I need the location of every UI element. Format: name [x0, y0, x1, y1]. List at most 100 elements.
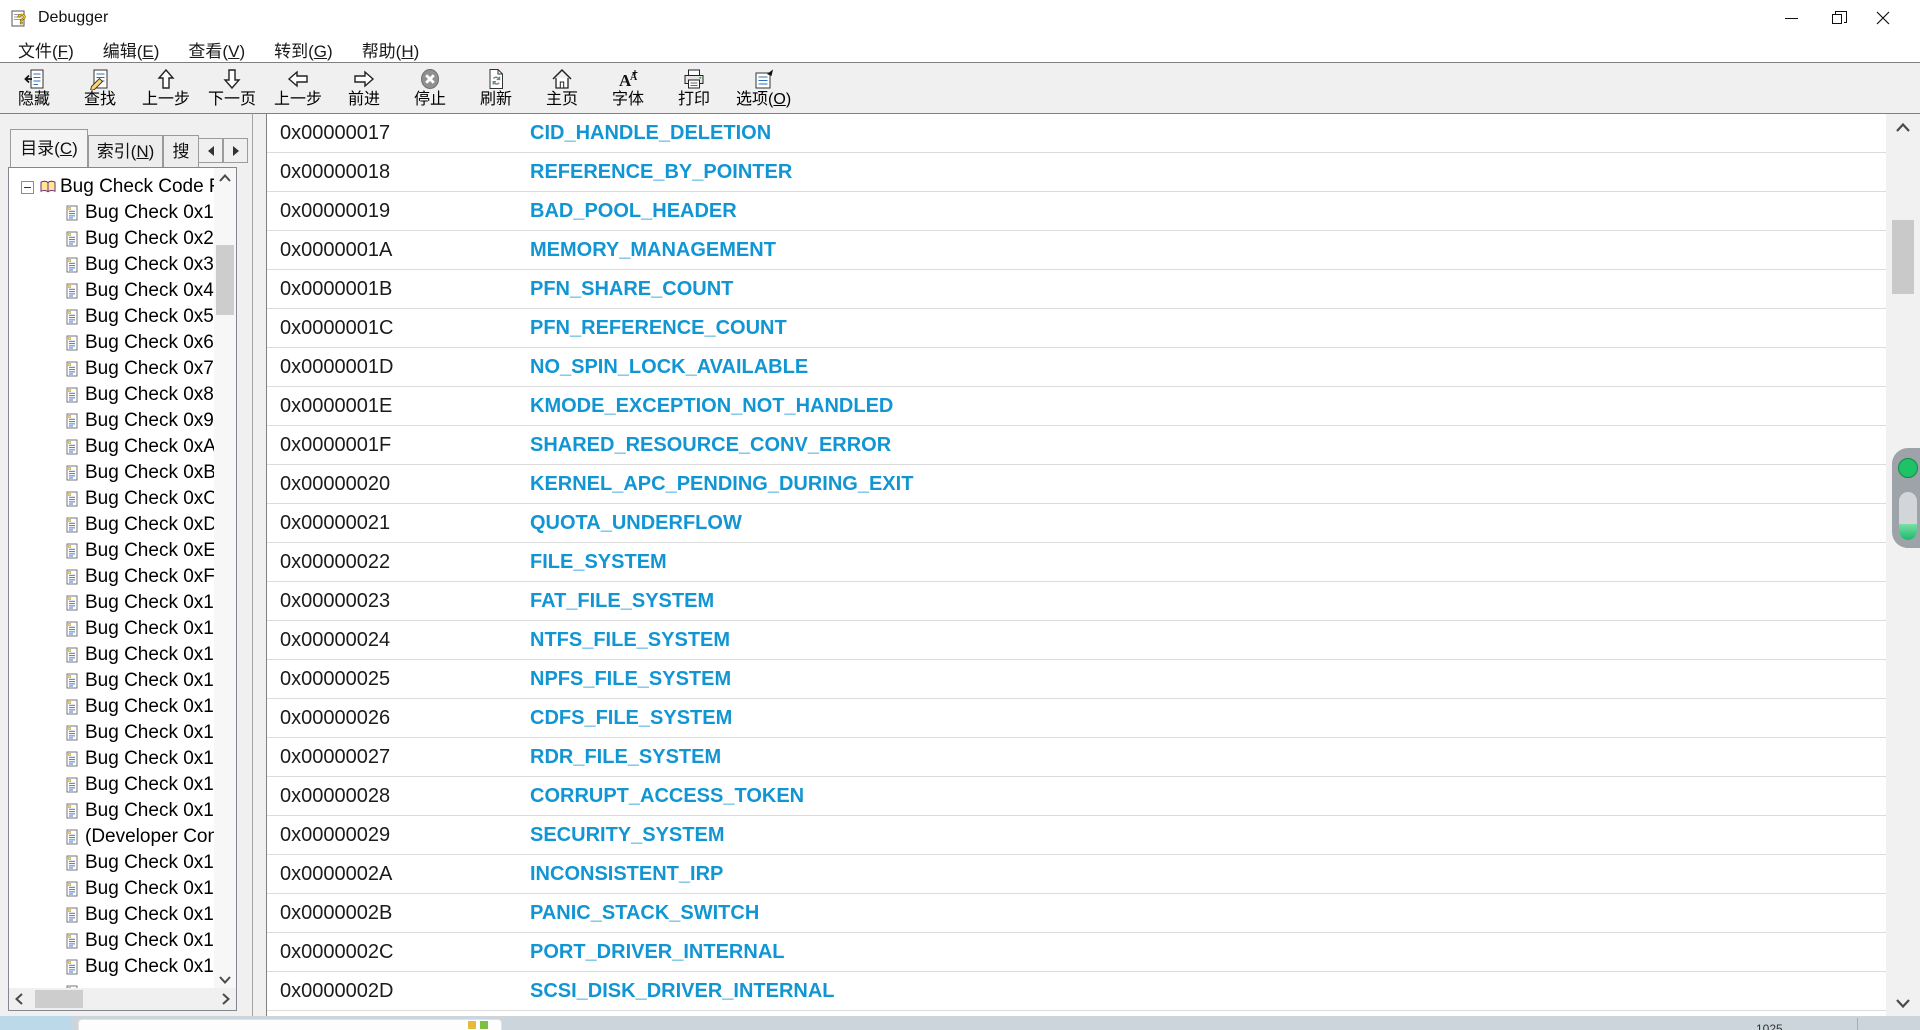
toolbar-button-font[interactable]: AA字体	[600, 63, 656, 113]
tree-item[interactable]: Bug Check 0x9: II	[21, 408, 214, 434]
bugcheck-name-link[interactable]: PANIC_STACK_SWITCH	[530, 902, 759, 925]
sidebar-tab-2[interactable]: 索引(N)	[88, 135, 163, 167]
toolbar-button-arrow-right[interactable]: 前进	[336, 63, 392, 113]
sidebar-tab-3[interactable]: 搜	[163, 135, 199, 167]
tree-collapse-toggle[interactable]	[21, 181, 34, 194]
bugcheck-code: 0x00000017	[280, 122, 530, 145]
tree-item[interactable]: Bug Check 0x8: II	[21, 382, 214, 408]
tree-item[interactable]: Bug Check 0x18:	[21, 798, 214, 824]
bugcheck-name-link[interactable]: CID_HANDLE_DELETION	[530, 122, 771, 145]
menu-item-4[interactable]: 转到(G)	[264, 35, 343, 64]
bugcheck-name-link[interactable]: REFERENCE_BY_POINTER	[530, 161, 792, 184]
toolbar-button-refresh[interactable]: 刷新	[468, 63, 524, 113]
tree-item[interactable]: Bug Check 0x1C:	[21, 902, 214, 928]
toolbar-button-arrow-down[interactable]: 下一页	[204, 63, 260, 113]
bugcheck-name-link[interactable]: PFN_REFERENCE_COUNT	[530, 317, 787, 340]
menu-item-2[interactable]: 编辑(E)	[93, 35, 170, 64]
bugcheck-name-link[interactable]: NPFS_FILE_SYSTEM	[530, 668, 731, 691]
minimize-button[interactable]	[1768, 0, 1814, 36]
tree-scroll-up-button[interactable]	[214, 168, 236, 188]
toolbar-button-find[interactable]: 查找	[72, 63, 128, 113]
tree-vertical-scrollbar[interactable]	[214, 168, 236, 990]
tree-scrollbar-thumb[interactable]	[216, 245, 234, 315]
tree-item[interactable]: Bug Check 0x4: II	[21, 278, 214, 304]
bugcheck-name-link[interactable]: FAT_FILE_SYSTEM	[530, 590, 714, 613]
tree-item[interactable]: Bug Check 0x1B:	[21, 876, 214, 902]
toolbar-button-arrow-left[interactable]: 上一步	[270, 63, 326, 113]
tree-horizontal-scrollbar[interactable]	[9, 988, 236, 1010]
bugcheck-name-link[interactable]: PFN_SHARE_COUNT	[530, 278, 733, 301]
tree-item[interactable]: Bug Check 0x10:	[21, 590, 214, 616]
menu-item-5[interactable]: 帮助(H)	[352, 35, 430, 64]
bugcheck-name-link[interactable]: CORRUPT_ACCESS_TOKEN	[530, 785, 804, 808]
toolbar-button-stop[interactable]: 停止	[402, 63, 458, 113]
tree-scroll-left-button[interactable]	[9, 988, 29, 1010]
tree-root-item[interactable]: Bug Check Code Re	[21, 174, 214, 200]
bugcheck-name-link[interactable]: CDFS_FILE_SYSTEM	[530, 707, 732, 730]
restore-button[interactable]	[1814, 0, 1860, 36]
tree-item[interactable]: Bug Check 0x13:	[21, 668, 214, 694]
tree-item[interactable]: Bug Check 0x5: II	[21, 304, 214, 330]
bugcheck-name-link[interactable]: SCSI_DISK_DRIVER_INTERNAL	[530, 980, 835, 1003]
sidebar-tab-1[interactable]: 目录(C)	[10, 129, 88, 167]
toolbar-button-options[interactable]: 选项(O)	[732, 63, 795, 113]
bugcheck-name-link[interactable]: RDR_FILE_SYSTEM	[530, 746, 721, 769]
tree-hscrollbar-thumb[interactable]	[35, 990, 83, 1008]
menu-item-3[interactable]: 查看(V)	[178, 35, 255, 64]
side-indicator-widget[interactable]	[1892, 448, 1920, 548]
bugcheck-name-link[interactable]: QUOTA_UNDERFLOW	[530, 512, 742, 535]
bugcheck-name-link[interactable]: KMODE_EXCEPTION_NOT_HANDLED	[530, 395, 893, 418]
tree-item[interactable]: Bug Check 0x17:	[21, 772, 214, 798]
tree-item[interactable]: Bug Check 0x1A:	[21, 850, 214, 876]
tab-scroll-left-button[interactable]	[198, 138, 223, 163]
taskbar-start-area[interactable]	[0, 1016, 72, 1030]
content-vertical-scrollbar[interactable]	[1886, 114, 1920, 1016]
bugcheck-name-link[interactable]: BAD_POOL_HEADER	[530, 200, 737, 223]
bugcheck-code: 0x00000018	[280, 161, 530, 184]
toolbar-button-home[interactable]: 主页	[534, 63, 590, 113]
tree-scroll-down-button[interactable]	[214, 970, 236, 990]
tab-scroller	[198, 138, 248, 163]
tree-item[interactable]: Bug Check 0x11:	[21, 616, 214, 642]
bugcheck-name-link[interactable]: PORT_DRIVER_INTERNAL	[530, 941, 784, 964]
taskbar-search-box[interactable]	[78, 1019, 502, 1030]
bugcheck-name-link[interactable]: SHARED_RESOURCE_CONV_ERROR	[530, 434, 891, 457]
tree-item[interactable]: Bug Check 0xA: I	[21, 434, 214, 460]
tree-item[interactable]: Bug Check 0x6: II	[21, 330, 214, 356]
bugcheck-name-link[interactable]: FILE_SYSTEM	[530, 551, 667, 574]
content-scroll-down-button[interactable]	[1886, 990, 1920, 1016]
toolbar-button-hide-panel[interactable]: 隐藏	[6, 63, 62, 113]
tree-item[interactable]: (Developer Conte	[21, 824, 214, 850]
tree-item[interactable]: Bug Check 0x7: II	[21, 356, 214, 382]
tree-item[interactable]: Bug Check 0x1D:	[21, 928, 214, 954]
tree-item[interactable]: Bug Check 0x12:	[21, 642, 214, 668]
toolbar-button-arrow-up[interactable]: 上一步	[138, 63, 194, 113]
bugcheck-name-link[interactable]: KERNEL_APC_PENDING_DURING_EXIT	[530, 473, 913, 496]
tree-scroll-right-button[interactable]	[216, 988, 236, 1010]
bugcheck-name-link[interactable]: NTFS_FILE_SYSTEM	[530, 629, 730, 652]
tree-item[interactable]: Bug Check 0xD: M	[21, 512, 214, 538]
pane-splitter[interactable]	[252, 113, 266, 1016]
content-scrollbar-thumb[interactable]	[1892, 220, 1914, 294]
tree-item[interactable]: Bug Check 0x1E:	[21, 954, 214, 980]
tree-item[interactable]: Bug Check 0xC: M	[21, 486, 214, 512]
bugcheck-name-link[interactable]: SECURITY_SYSTEM	[530, 824, 724, 847]
bugcheck-name-link[interactable]: INCONSISTENT_IRP	[530, 863, 723, 886]
tree-item[interactable]: Bug Check 0xE: N	[21, 538, 214, 564]
tree-item[interactable]: Bug Check 0x2: D	[21, 226, 214, 252]
bugcheck-code: 0x00000023	[280, 590, 530, 613]
tree-item[interactable]: Bug Check 0x3: II	[21, 252, 214, 278]
toolbar-button-print[interactable]: 打印	[666, 63, 722, 113]
tree-item[interactable]: Bug Check 0x1: A	[21, 200, 214, 226]
tree-item[interactable]: Bug Check 0xB: N	[21, 460, 214, 486]
tree-item[interactable]: Bug Check 0x15:	[21, 720, 214, 746]
close-button[interactable]	[1860, 0, 1906, 36]
tree-item[interactable]: Bug Check 0xF: S	[21, 564, 214, 590]
tree-item[interactable]: Bug Check 0x16:	[21, 746, 214, 772]
content-scroll-up-button[interactable]	[1886, 114, 1920, 140]
bugcheck-name-link[interactable]: MEMORY_MANAGEMENT	[530, 239, 776, 262]
bugcheck-name-link[interactable]: NO_SPIN_LOCK_AVAILABLE	[530, 356, 808, 379]
tree-item[interactable]: Bug Check 0x14:	[21, 694, 214, 720]
tab-scroll-right-button[interactable]	[223, 138, 248, 163]
menu-item-1[interactable]: 文件(F)	[8, 35, 84, 64]
